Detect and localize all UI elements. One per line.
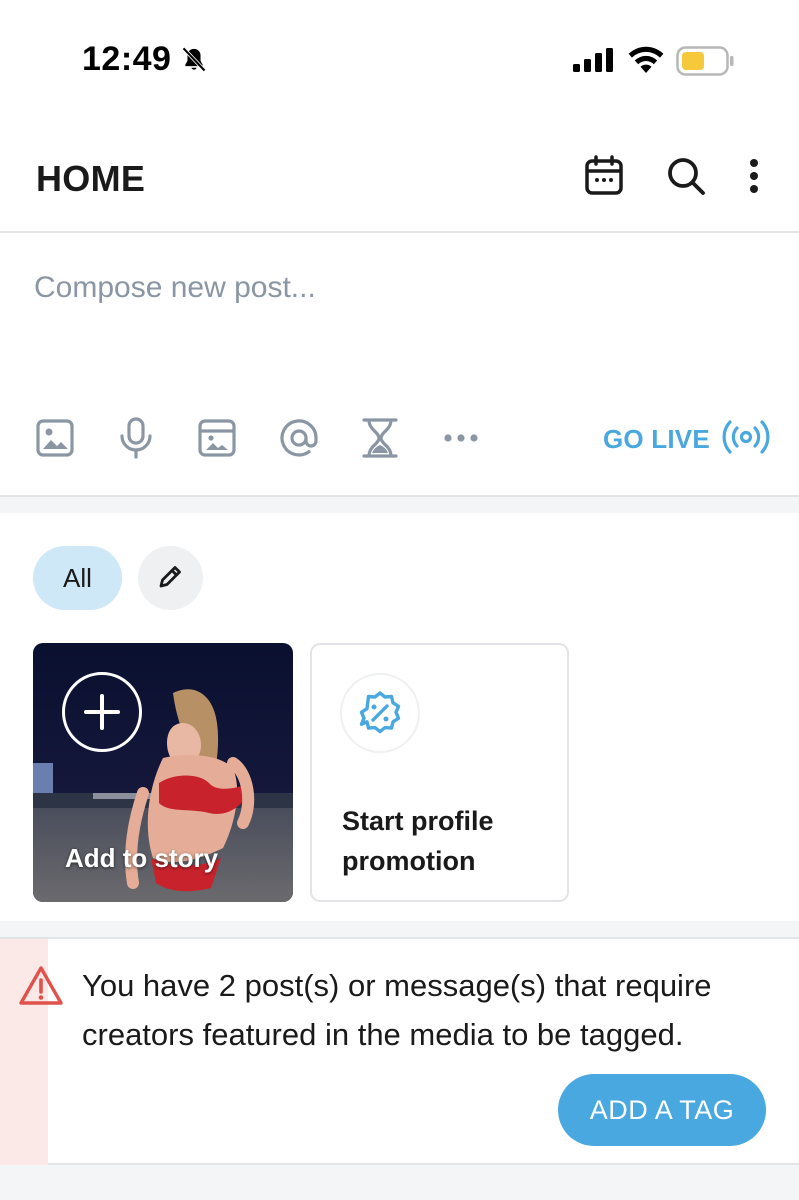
- vault-icon[interactable]: [194, 415, 240, 461]
- warning-icon: [18, 965, 64, 1012]
- go-live-button[interactable]: GO LIVE: [603, 419, 770, 459]
- discount-badge-icon: [340, 673, 420, 753]
- add-a-tag-button[interactable]: ADD A TAG: [558, 1074, 766, 1146]
- more-vertical-icon[interactable]: [730, 152, 778, 200]
- mention-icon[interactable]: [276, 415, 322, 461]
- compose-post-input[interactable]: [34, 271, 734, 305]
- microphone-icon[interactable]: [113, 415, 159, 461]
- app-header: HOME: [0, 120, 799, 233]
- pencil-icon: [157, 562, 185, 595]
- calendar-icon[interactable]: [580, 152, 628, 200]
- tag-required-alert: You have 2 post(s) or message(s) that re…: [0, 937, 799, 1165]
- section-divider: [0, 1165, 799, 1200]
- section-divider: [0, 921, 799, 937]
- go-live-label: GO LIVE: [603, 423, 710, 454]
- start-profile-promotion-label: Start profile promotion: [342, 806, 494, 876]
- page-title: HOME: [36, 158, 146, 199]
- status-time: 12:49: [82, 40, 172, 78]
- cellular-signal-icon: [573, 48, 615, 77]
- stories-section: All Add to story Start profile promotion: [0, 513, 799, 921]
- live-broadcast-icon: [722, 419, 770, 459]
- add-to-story-label: Add to story: [65, 843, 219, 873]
- alert-message: You have 2 post(s) or message(s) that re…: [82, 968, 712, 1052]
- bell-slash-icon: [180, 46, 208, 79]
- filter-chip-all[interactable]: All: [33, 546, 122, 610]
- search-icon[interactable]: [662, 152, 710, 200]
- battery-icon: [676, 46, 734, 81]
- more-horizontal-icon[interactable]: [438, 415, 484, 461]
- edit-lists-button[interactable]: [138, 546, 203, 610]
- section-divider: [0, 497, 799, 513]
- wifi-icon: [627, 44, 665, 79]
- status-bar: 12:49: [0, 0, 799, 120]
- add-to-story-card[interactable]: Add to story: [33, 643, 293, 902]
- start-profile-promotion-card[interactable]: Start profile promotion: [310, 643, 569, 902]
- plus-icon: [62, 672, 142, 752]
- post-composer: GO LIVE: [0, 233, 799, 497]
- image-icon[interactable]: [32, 415, 78, 461]
- hourglass-icon[interactable]: [357, 415, 403, 461]
